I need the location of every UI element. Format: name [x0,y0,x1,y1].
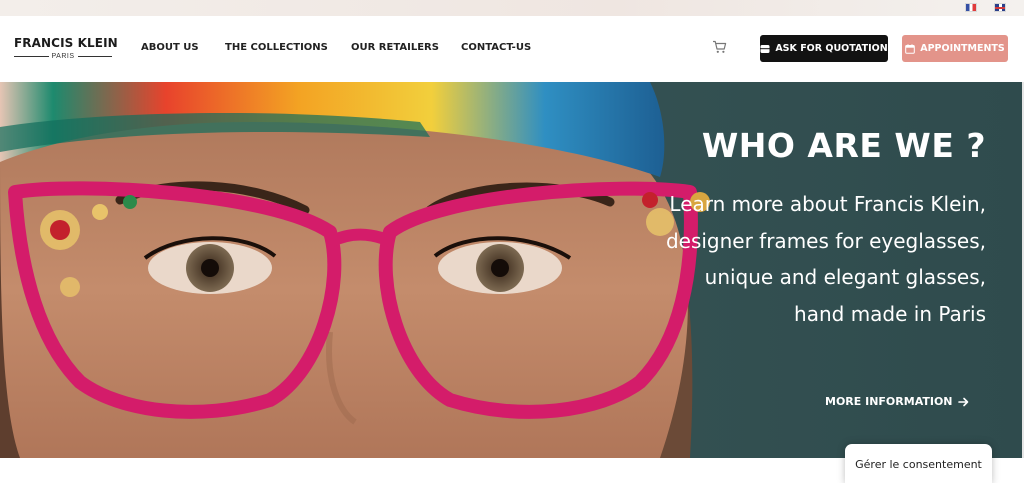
site-header: FRANCIS KLEIN PARIS ABOUT US THE COLLECT… [0,16,1024,82]
appointments-label: APPOINTMENTS [920,43,1005,54]
ask-for-quotation-label: ASK FOR QUOTATION [775,43,888,54]
nav-the-collections[interactable]: THE COLLECTIONS [225,42,328,53]
hero-line-2: designer frames for eyeglasses, [665,228,986,253]
logo-subtitle-row: PARIS [14,53,112,60]
nav-contact-us[interactable]: CONTACT-US [461,42,531,53]
logo-name: FRANCIS KLEIN [14,36,118,50]
hero-line-4: hand made in Paris [794,301,986,326]
nav-about-us[interactable]: ABOUT US [141,42,199,53]
hero-line-1: Learn more about Francis Klein, [669,192,986,216]
logo-rule-right [77,56,112,57]
arrow-right-icon [957,397,968,406]
logo-subtitle: PARIS [51,53,75,60]
logo-rule-left [14,56,49,57]
english-flag-icon[interactable] [994,3,1006,12]
more-information-label: MORE INFORMATION [825,395,953,408]
hero-title: WHO ARE WE ? [701,126,986,165]
hero-line-3: unique and elegant glasses, [704,265,986,289]
consent-label: Gérer le consentement [855,457,982,471]
language-bar [0,0,1024,16]
french-flag-icon[interactable] [965,3,977,12]
appointments-button[interactable]: APPOINTMENTS [902,35,1008,62]
consent-button[interactable]: Gérer le consentement [845,444,992,483]
calendar-icon [905,43,916,54]
nav-our-retailers[interactable]: OUR RETAILERS [351,42,439,53]
site-logo[interactable]: FRANCIS KLEIN PARIS [14,36,118,60]
hero-description: Learn more about Francis Klein, designer… [626,186,986,332]
more-information-link[interactable]: MORE INFORMATION [825,395,969,408]
ask-for-quotation-button[interactable]: ASK FOR QUOTATION [760,35,888,62]
hero-banner: WHO ARE WE ? Learn more about Francis Kl… [0,82,1022,458]
quote-icon [760,44,770,53]
cart-icon[interactable] [712,40,727,54]
